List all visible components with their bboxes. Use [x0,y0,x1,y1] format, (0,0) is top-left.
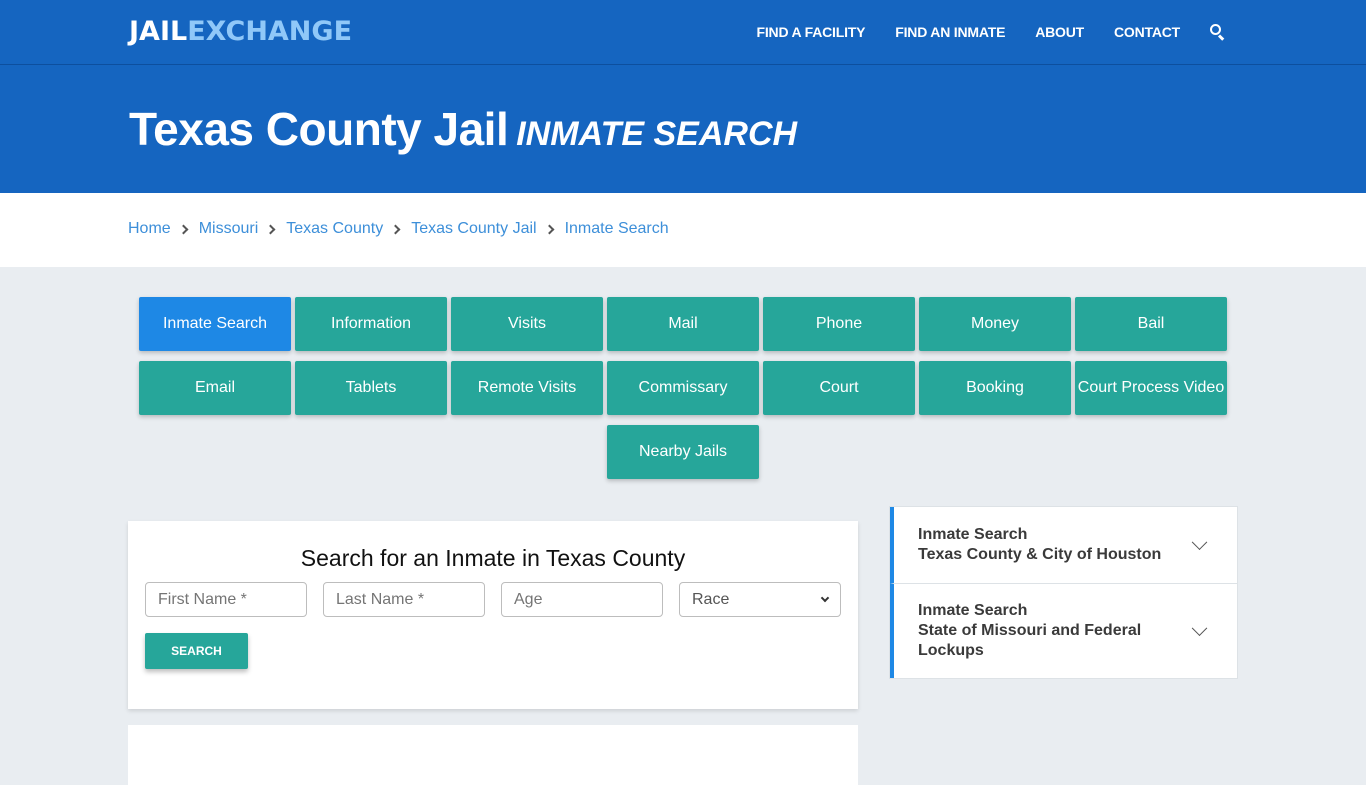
breadcrumb-texas-county-jail[interactable]: Texas County Jail [411,220,536,238]
chevron-down-icon [1191,534,1208,551]
btn-visits[interactable]: Visits [451,297,603,351]
btn-mail[interactable]: Mail [607,297,759,351]
nav-about[interactable]: ABOUT [1035,24,1084,40]
btn-tablets[interactable]: Tablets [295,361,447,415]
btn-commissary[interactable]: Commissary [607,361,759,415]
page-title: Texas County Jail INMATE SEARCH [129,103,797,160]
inmate-search-card: Search for an Inmate in Texas County Rac… [128,521,858,709]
btn-inmate-search[interactable]: Inmate Search [139,297,291,351]
main-nav: FIND A FACILITY FIND AN INMATE ABOUT CON… [727,0,1226,64]
breadcrumb-bar: Home Missouri Texas County Texas County … [0,193,1366,267]
race-select-value: Race [692,590,730,608]
race-select[interactable]: Race [679,582,841,617]
search-button[interactable]: SEARCH [145,633,248,669]
logo-exchange: EXCHANGE [187,16,353,47]
search-form-title: Search for an Inmate in Texas County [300,545,686,571]
last-name-input[interactable] [323,582,485,617]
page-title-sub: INMATE SEARCH [516,115,798,153]
age-input[interactable] [501,582,663,617]
breadcrumb-inmate-search[interactable]: Inmate Search [565,220,669,238]
breadcrumb-missouri[interactable]: Missouri [199,220,259,238]
btn-phone[interactable]: Phone [763,297,915,351]
sidebar-accordion: Inmate Search Texas County & City of Hou… [889,506,1238,679]
btn-remote-visits[interactable]: Remote Visits [451,361,603,415]
chevron-right-icon [544,224,555,234]
chevron-right-icon [390,224,401,234]
btn-money[interactable]: Money [919,297,1071,351]
site-logo[interactable]: JAILEXCHANGE [129,16,352,48]
btn-nearby-jails[interactable]: Nearby Jails [607,425,759,479]
nav-find-a-facility[interactable]: FIND A FACILITY [757,24,866,40]
breadcrumb-texas-county[interactable]: Texas County [286,220,383,238]
btn-booking[interactable]: Booking [919,361,1071,415]
breadcrumb-home[interactable]: Home [128,220,171,238]
search-icon-handle [1217,34,1225,41]
nav-contact[interactable]: CONTACT [1114,24,1180,40]
btn-court-process-video[interactable]: Court Process Video [1075,361,1227,415]
page-hero: Texas County Jail INMATE SEARCH [0,65,1366,193]
chevron-right-icon [178,224,189,234]
logo-jail: JAIL [129,16,188,47]
first-name-input[interactable] [145,582,307,617]
accordion-item-title: Inmate Search [918,526,1028,543]
btn-bail[interactable]: Bail [1075,297,1227,351]
breadcrumb: Home Missouri Texas County Texas County … [128,220,669,238]
search-icon[interactable] [1210,24,1226,41]
content-card [128,725,858,785]
accordion-item-title: Inmate Search [918,602,1028,619]
accordion-item-subtitle: State of Missouri and Federal Lockups [918,622,1142,659]
chevron-right-icon [265,224,276,234]
chevron-down-icon [820,593,830,602]
btn-email[interactable]: Email [139,361,291,415]
top-navbar: JAILEXCHANGE FIND A FACILITY FIND AN INM… [0,0,1366,65]
page-title-main: Texas County Jail [129,103,509,155]
accordion-item-county-search[interactable]: Inmate Search Texas County & City of Hou… [890,507,1237,583]
chevron-down-icon [1191,620,1208,637]
accordion-item-subtitle: Texas County & City of Houston [918,546,1162,563]
btn-information[interactable]: Information [295,297,447,351]
nav-find-an-inmate[interactable]: FIND AN INMATE [895,24,1005,40]
btn-court[interactable]: Court [763,361,915,415]
accordion-item-state-federal-search[interactable]: Inmate Search State of Missouri and Fede… [890,583,1237,678]
